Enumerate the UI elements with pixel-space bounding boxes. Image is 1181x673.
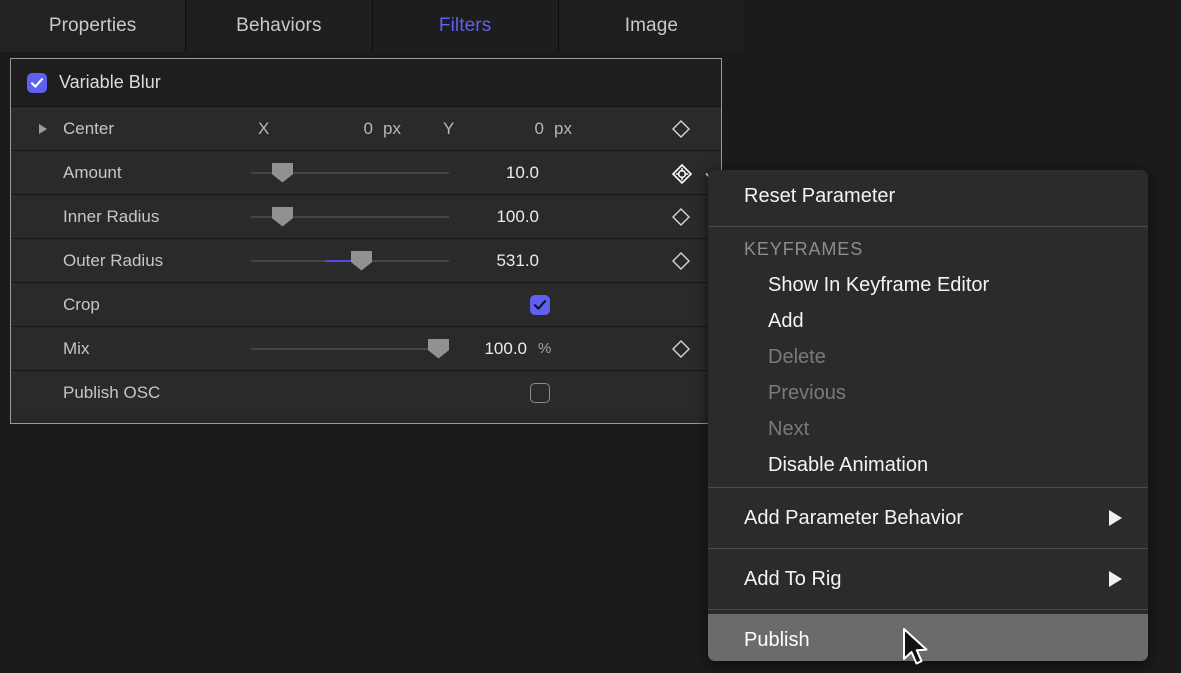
mix-unit: % (538, 340, 551, 357)
center-keyframe-icon[interactable] (671, 119, 691, 139)
inspector-tab-bar: Properties Behaviors Filters Image (0, 0, 744, 52)
param-center-label: Center (63, 119, 114, 139)
motion-inspector-window: Properties Behaviors Filters Image Varia… (0, 0, 1181, 673)
amount-slider[interactable] (251, 151, 449, 195)
variable-blur-checkbox[interactable] (27, 73, 47, 93)
menu-item-publish-label: Publish (744, 629, 810, 652)
tab-image-label: Image (625, 15, 678, 37)
param-row-inner-radius[interactable]: Inner Radius 100.0 (11, 195, 721, 239)
menu-item-previous-keyframe: Previous (708, 375, 1148, 411)
outer-radius-keyframe-icon[interactable] (671, 251, 691, 271)
center-x-axis-label: X (258, 119, 269, 139)
center-x-unit: px (383, 119, 401, 139)
tab-filters-label: Filters (439, 15, 491, 37)
filter-row-variable-blur[interactable]: Variable Blur (11, 59, 721, 107)
param-publish-osc-label: Publish OSC (63, 383, 160, 403)
amount-value[interactable]: 10.0 (463, 163, 539, 183)
outer-radius-value[interactable]: 531.0 (463, 251, 539, 271)
filter-parameter-panel: Variable Blur Center X 0 px Y 0 px Amoun… (10, 58, 722, 424)
param-mix-label: Mix (63, 339, 89, 359)
tab-image[interactable]: Image (559, 0, 744, 52)
amount-slider-knob[interactable] (272, 163, 293, 183)
param-outer-radius-label: Outer Radius (63, 251, 163, 271)
menu-separator (708, 226, 1148, 227)
tab-properties[interactable]: Properties (0, 0, 186, 52)
menu-item-show-in-keyframe-editor[interactable]: Show In Keyframe Editor (708, 267, 1148, 303)
param-row-amount[interactable]: Amount 10.0 (11, 151, 721, 195)
menu-item-next-keyframe: Next (708, 411, 1148, 447)
mouse-cursor-icon (902, 628, 932, 670)
mix-value[interactable]: 100.0 (451, 339, 527, 359)
param-crop-label: Crop (63, 295, 100, 315)
publish-osc-checkbox[interactable] (530, 383, 550, 403)
inner-radius-keyframe-icon[interactable] (671, 207, 691, 227)
menu-item-delete-keyframe: Delete (708, 339, 1148, 375)
submenu-arrow-icon (1109, 571, 1122, 587)
outer-radius-slider-knob[interactable] (351, 251, 372, 271)
param-row-center[interactable]: Center X 0 px Y 0 px (11, 107, 721, 151)
inner-radius-slider[interactable] (251, 195, 449, 239)
param-inner-radius-label: Inner Radius (63, 207, 159, 227)
mix-slider-knob[interactable] (428, 339, 449, 359)
center-y-unit: px (554, 119, 572, 139)
menu-section-keyframes: KEYFRAMES (708, 231, 1148, 267)
mix-slider[interactable] (251, 327, 449, 371)
menu-item-delete-keyframe-label: Delete (768, 346, 826, 369)
inner-radius-slider-knob[interactable] (272, 207, 293, 227)
param-row-publish-osc[interactable]: Publish OSC (11, 371, 721, 415)
menu-item-add-keyframe-label: Add (768, 310, 804, 333)
outer-radius-slider-fill (325, 260, 353, 262)
menu-item-add-keyframe[interactable]: Add (708, 303, 1148, 339)
disclosure-triangle-icon[interactable] (39, 124, 47, 134)
param-amount-label: Amount (63, 163, 122, 183)
mix-slider-track (251, 348, 449, 350)
menu-item-disable-animation-label: Disable Animation (768, 454, 928, 477)
menu-item-reset-parameter[interactable]: Reset Parameter (708, 170, 1148, 222)
tab-behaviors[interactable]: Behaviors (186, 0, 372, 52)
center-y-value[interactable]: 0 (518, 119, 544, 139)
menu-item-disable-animation[interactable]: Disable Animation (708, 447, 1148, 483)
crop-checkbox[interactable] (530, 295, 550, 315)
tab-behaviors-label: Behaviors (236, 15, 321, 37)
outer-radius-slider[interactable] (251, 239, 449, 283)
tab-properties-label: Properties (49, 15, 137, 37)
menu-item-add-to-rig[interactable]: Add To Rig (708, 553, 1148, 605)
mix-keyframe-icon[interactable] (671, 339, 691, 359)
menu-separator (708, 548, 1148, 549)
center-y-axis-label: Y (443, 119, 454, 139)
center-x-value[interactable]: 0 (347, 119, 373, 139)
menu-item-show-in-keyframe-editor-label: Show In Keyframe Editor (768, 274, 989, 297)
menu-item-next-keyframe-label: Next (768, 418, 809, 441)
amount-keyframe-animated-icon[interactable] (671, 163, 691, 183)
menu-separator (708, 487, 1148, 488)
menu-item-add-to-rig-label: Add To Rig (744, 568, 841, 591)
inner-radius-value[interactable]: 100.0 (463, 207, 539, 227)
menu-item-reset-parameter-label: Reset Parameter (744, 185, 895, 208)
variable-blur-label: Variable Blur (59, 72, 161, 93)
menu-item-add-parameter-behavior-label: Add Parameter Behavior (744, 507, 963, 530)
parameter-context-menu: Reset Parameter KEYFRAMES Show In Keyfra… (708, 170, 1148, 661)
menu-section-keyframes-label: KEYFRAMES (744, 239, 863, 260)
menu-item-previous-keyframe-label: Previous (768, 382, 846, 405)
submenu-arrow-icon (1109, 510, 1122, 526)
menu-separator (708, 609, 1148, 610)
param-row-mix[interactable]: Mix 100.0 % (11, 327, 721, 371)
menu-item-add-parameter-behavior[interactable]: Add Parameter Behavior (708, 492, 1148, 544)
param-row-crop[interactable]: Crop (11, 283, 721, 327)
param-row-outer-radius[interactable]: Outer Radius 531.0 (11, 239, 721, 283)
tab-filters[interactable]: Filters (373, 0, 559, 52)
